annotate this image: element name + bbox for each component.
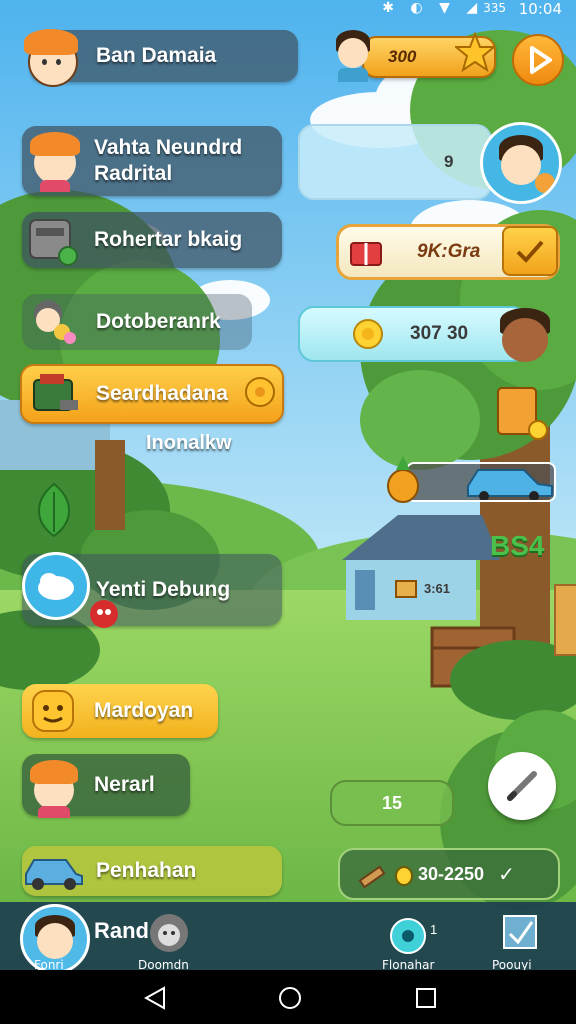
menu-item-7-label: Nerarl [94,773,155,796]
menu-item-8-label: Penhahan [96,859,197,882]
small-counter-pill[interactable]: 15 [330,780,454,826]
gift-icon [350,242,382,266]
cloud-icon [22,552,90,620]
menu-item-1-label: Vahta Neundrd Radrital [94,136,243,185]
check-tag-icon[interactable] [502,226,558,276]
villager-avatar [494,306,556,368]
tab-3-badge: 1 [430,922,438,937]
coin-star-icon [453,31,497,73]
box-icon [395,580,417,598]
menu-item-4-label: Seardhadana [96,382,228,405]
menu-item-1-avatar [28,128,84,192]
emoji-face-icon [30,688,76,734]
chat-counter: 9 [444,152,454,171]
coin-counter-value: 300 [388,47,417,66]
chat-panel[interactable]: 9 [298,124,492,200]
small-counter: 15 [381,792,403,813]
pineapple-icon [382,454,424,504]
friend-avatar[interactable] [480,122,562,204]
menu-sublabel: Inonalkw [146,432,232,454]
edit-icon[interactable] [488,752,556,820]
hammer-icon [358,865,386,889]
toolbox-icon [30,370,80,416]
vehicle-shop-pill[interactable] [406,462,556,502]
home-icon[interactable] [278,986,302,1010]
status-time: 10:04 [518,0,562,18]
car-blue-icon [467,469,553,500]
profile-label: Rand [94,918,149,943]
npc-avatar-small [332,30,372,82]
game-scene: ✱ ◐ ▼ ◢335 10:04 Ban Damaia 300 Vahta Ne… [0,0,576,1024]
luggage-icon[interactable] [494,384,550,440]
robot-icon [26,214,78,266]
chevron-down-icon[interactable]: ✓ [498,862,515,887]
coin-bag-icon [395,866,413,886]
alert-badge-icon [90,600,118,628]
recents-icon[interactable] [414,986,438,1010]
gear-gold-icon [242,374,278,410]
system-nav-bar [0,970,576,1024]
leaf-icon [26,480,82,540]
player-name: Ban Damaia [96,44,217,67]
player-avatar[interactable] [20,25,82,87]
gold-coin-icon [353,319,383,349]
character-icon [26,294,78,346]
price-tag: BS4 [490,530,545,561]
menu-item-2-label: Rohertar bkaig [94,228,243,251]
play-icon[interactable] [512,34,564,86]
back-icon[interactable] [144,986,168,1010]
house-label: 3:61 [424,580,451,596]
bottom-counter: 30-2250 [418,863,485,884]
menu-item-7-avatar [28,756,82,818]
car-icon [22,852,86,892]
coin-panel-value: 307 30 [410,323,469,344]
battery-label: 335 [483,1,506,15]
house-label-pill[interactable]: 3:61 [394,574,470,602]
dog-icon[interactable] [150,914,188,952]
map-icon[interactable] [500,912,540,952]
bottom-counter-pill[interactable]: 30-2250 ✓ [338,848,560,900]
globe-icon[interactable] [390,918,426,954]
status-icons: ✱ ◐ ▼ ◢335 [382,0,506,16]
menu-item-3-label: Dotoberanrk [96,310,221,333]
status-bar: ✱ ◐ ▼ ◢335 10:04 [0,0,576,22]
menu-item-6-label: Mardoyan [94,699,194,722]
item-counter: 9K:Gra [417,241,481,262]
